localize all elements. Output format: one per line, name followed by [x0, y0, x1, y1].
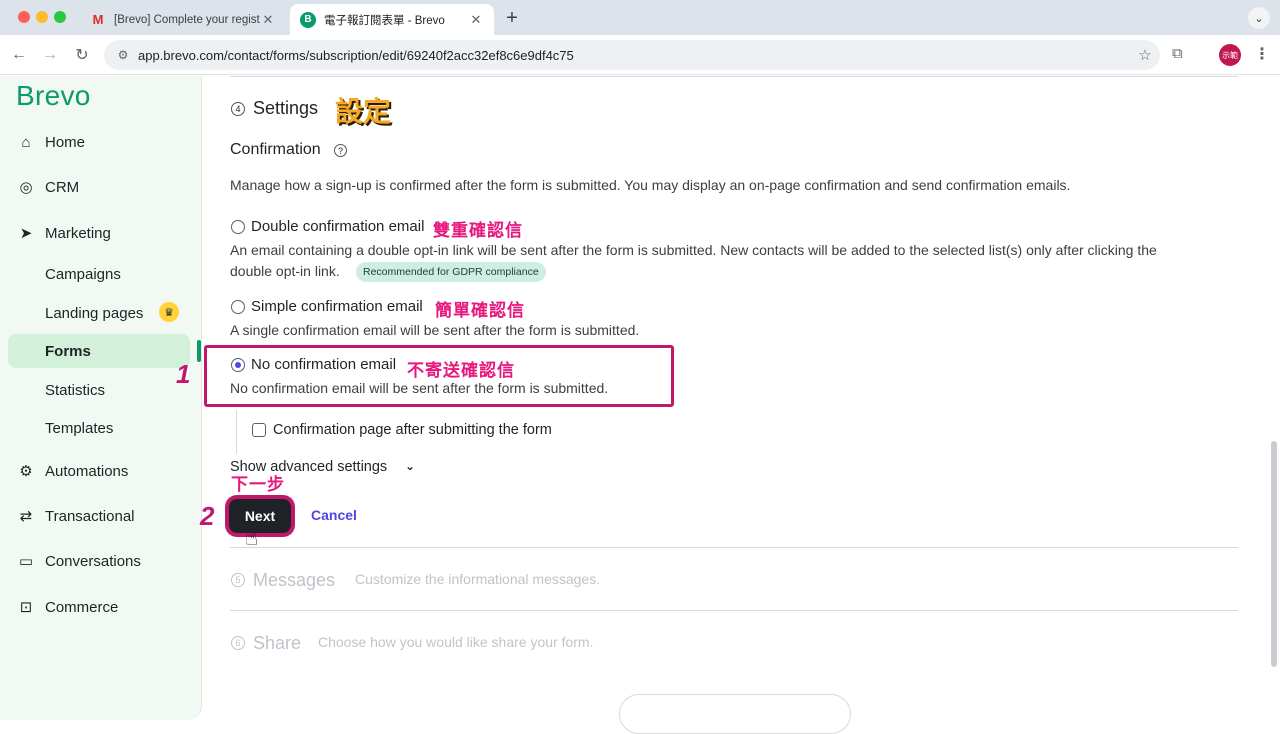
sidebar-item-label: Conversations [45, 552, 141, 570]
browser-toolbar: ← → ↻ ⚙ app.brevo.com/contact/forms/subs… [0, 35, 1280, 75]
bag-icon: ⊡ [19, 599, 33, 616]
sidebar-active-highlight [8, 334, 190, 368]
profile-avatar[interactable]: 示範 [1219, 44, 1241, 66]
simple-confirmation-label[interactable]: Simple confirmation email [251, 298, 423, 315]
url-text[interactable]: app.brevo.com/contact/forms/subscription… [138, 48, 1130, 63]
step-annotation-2: 2 [200, 501, 215, 531]
step-number: 4 [231, 102, 245, 116]
sidebar-item-label: Transactional [45, 507, 135, 525]
option-description: An email containing a double opt-in link… [230, 242, 1157, 258]
sidebar-item-home[interactable]: ⌂ Home [16, 130, 85, 154]
bookmark-star-icon[interactable]: ☆ [1130, 46, 1160, 64]
address-bar[interactable]: ⚙ app.brevo.com/contact/forms/subscripti… [104, 40, 1160, 70]
sidebar-item-campaigns[interactable]: Campaigns [45, 266, 121, 283]
confirmation-description: Manage how a sign-up is confirmed after … [230, 177, 1071, 193]
confirmation-page-label[interactable]: Confirmation page after submitting the f… [273, 422, 552, 438]
close-icon[interactable]: ✕ [468, 12, 484, 28]
page-title: Settings [253, 98, 319, 118]
sidebar-item-templates[interactable]: Templates [45, 420, 113, 437]
divider [230, 547, 1238, 548]
extensions-icon[interactable]: ⧉ [1172, 45, 1183, 62]
simple-confirmation-radio[interactable] [231, 300, 245, 314]
tab-title: [Brevo] Complete your registr [114, 13, 260, 26]
sidebar: Brevo ⌂ Home ◎ CRM ➤ Marketing Campaigns… [0, 76, 202, 720]
option-annotation: 簡單確認信 [435, 301, 525, 320]
double-confirmation-radio[interactable] [231, 220, 245, 234]
sidebar-item-label: Home [45, 133, 86, 151]
option-description: No confirmation email will be sent after… [230, 380, 609, 396]
close-window-button[interactable] [18, 11, 30, 23]
sidebar-item-label: Marketing [45, 224, 111, 242]
cancel-button[interactable]: Cancel [311, 507, 357, 523]
transactional-icon: ⇄ [19, 508, 33, 525]
confirmation-heading: Confirmation [230, 141, 321, 158]
back-arrow-icon[interactable]: ← [7, 43, 31, 67]
option-annotation: 不寄送確認信 [407, 361, 515, 380]
automation-icon: ⚙ [19, 463, 33, 480]
confirmation-page-checkbox[interactable] [252, 423, 266, 437]
reload-icon[interactable]: ↻ [70, 43, 94, 67]
site-info-icon[interactable]: ⚙ [112, 48, 134, 62]
tab-title: 電子報訂閱表單 - Brevo [324, 14, 445, 27]
help-icon[interactable]: ? [334, 144, 347, 157]
minimize-window-button[interactable] [36, 11, 48, 23]
sidebar-item-transactional[interactable]: ⇄ Transactional [16, 504, 135, 528]
bottom-floating-bar[interactable] [619, 694, 851, 734]
sidebar-item-forms[interactable]: Forms [45, 343, 91, 360]
maximize-window-button[interactable] [54, 11, 66, 23]
new-tab-icon[interactable]: + [502, 7, 522, 30]
chat-icon: ▭ [18, 553, 34, 570]
sidebar-item-commerce[interactable]: ⊡ Commerce [16, 595, 119, 619]
sidebar-item-conversations[interactable]: ▭ Conversations [16, 549, 141, 573]
browser-menu-icon[interactable]: ⋮ [1254, 44, 1270, 64]
crown-icon: ♛ [159, 302, 179, 322]
sidebar-item-label: Automations [45, 462, 129, 480]
no-confirmation-label[interactable]: No confirmation email [251, 356, 396, 373]
forward-arrow-icon[interactable]: → [38, 43, 62, 67]
step-annotation-1: 1 [176, 359, 191, 389]
home-icon: ⌂ [21, 133, 31, 151]
title-annotation: 設定 [335, 96, 392, 127]
next-annotation: 下一步 [231, 475, 285, 494]
no-confirmation-radio[interactable] [231, 358, 245, 372]
next-button[interactable]: Next [229, 499, 291, 533]
indent-line [236, 410, 237, 454]
active-indicator [197, 340, 201, 362]
brevo-logo[interactable]: Brevo [16, 80, 91, 112]
brevo-favicon-icon: B [300, 11, 316, 28]
option-annotation: 雙重確認信 [433, 221, 523, 240]
step-title-messages[interactable]: Messages [253, 570, 335, 591]
step-title-share[interactable]: Share [253, 633, 301, 654]
browser-tab-bar: M [Brevo] Complete your registr ✕ B 電子報訂… [0, 0, 1280, 35]
sidebar-item-automations[interactable]: ⚙ Automations [16, 459, 128, 483]
chevron-down-icon[interactable]: ⌄ [1248, 7, 1270, 29]
sidebar-item-statistics[interactable]: Statistics [45, 382, 105, 399]
close-icon[interactable]: ✕ [260, 12, 276, 28]
browser-tab-brevo[interactable]: B 電子報訂閱表單 - Brevo ✕ [290, 4, 494, 35]
sidebar-item-label: CRM [45, 178, 80, 196]
sidebar-item-marketing[interactable]: ➤ Marketing [16, 221, 111, 245]
step-number: 5 [231, 573, 245, 587]
send-icon: ➤ [19, 225, 33, 242]
step-description: Customize the informational messages. [355, 571, 601, 587]
gmail-icon: M [92, 12, 104, 27]
option-description: A single confirmation email will be sent… [230, 322, 640, 338]
chevron-down-icon[interactable]: ⌄ [405, 459, 415, 473]
option-description: double opt-in link. [230, 263, 340, 279]
crm-icon: ◎ [19, 179, 33, 196]
step-description: Choose how you would like share your for… [318, 634, 594, 650]
sidebar-item-crm[interactable]: ◎ CRM [16, 175, 79, 199]
scrollbar-thumb[interactable] [1271, 441, 1277, 667]
divider [230, 610, 1238, 611]
double-confirmation-label[interactable]: Double confirmation email [251, 218, 424, 235]
divider [230, 76, 1238, 77]
browser-tab-gmail[interactable]: M [Brevo] Complete your registr ✕ [80, 4, 286, 35]
gdpr-badge: Recommended for GDPR compliance [356, 262, 546, 282]
step-number: 6 [231, 636, 245, 650]
sidebar-item-landing-pages[interactable]: Landing pages [45, 305, 143, 322]
main-content: 4 Settings 設定 Confirmation ? Manage how … [176, 76, 1280, 734]
sidebar-item-label: Commerce [45, 598, 119, 616]
